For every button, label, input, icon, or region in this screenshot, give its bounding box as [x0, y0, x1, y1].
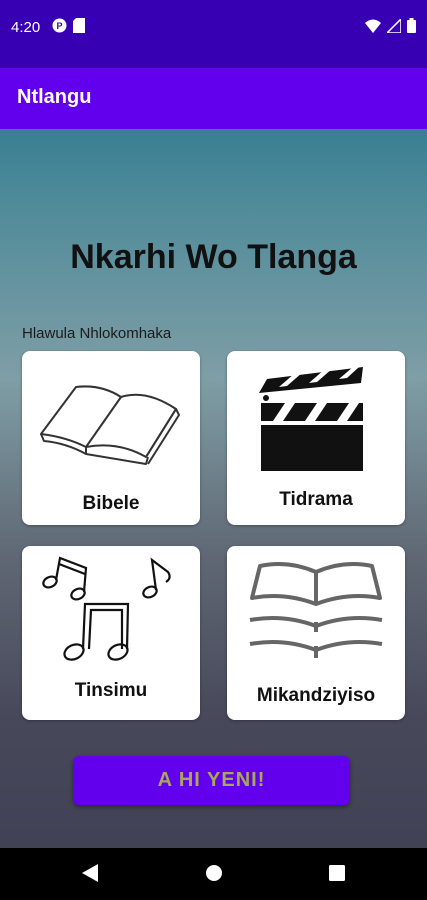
music-notes-icon — [42, 556, 171, 661]
app-bar: Ntlangu — [0, 68, 427, 129]
status-left-icons: P — [52, 18, 85, 33]
status-right-icons — [365, 18, 416, 33]
home-icon[interactable] — [204, 862, 224, 884]
drama-card-label: Tidrama — [279, 489, 353, 510]
bible-card[interactable]: Bibele — [22, 351, 200, 525]
notification-p-icon: P — [52, 18, 67, 33]
navigation-bar — [0, 848, 427, 900]
readings-card-label: Mikandziyiso — [256, 685, 376, 706]
wifi-icon — [365, 19, 381, 33]
open-book-icon — [40, 385, 180, 465]
stacked-books-icon — [249, 562, 383, 658]
status-bar: 4:20 P — [0, 0, 427, 68]
back-icon[interactable] — [80, 862, 100, 884]
clapperboard-icon — [259, 367, 363, 471]
songs-card-label: Tinsimu — [74, 680, 148, 701]
battery-icon — [407, 18, 416, 33]
page-title: Nkarhi Wo Tlanga — [70, 238, 357, 276]
bible-card-label: Bibele — [82, 493, 140, 514]
svg-text:P: P — [56, 21, 62, 31]
status-time: 4:20 — [11, 19, 41, 36]
readings-card[interactable]: Mikandziyiso — [227, 546, 405, 720]
section-label: Hlawula Nhlokomhaka — [22, 325, 172, 342]
signal-icon — [387, 18, 401, 33]
app-title: Ntlangu — [17, 86, 92, 108]
drama-card[interactable]: Tidrama — [227, 351, 405, 525]
start-button[interactable]: A HI YENI! — [73, 756, 350, 805]
recents-icon[interactable] — [327, 862, 347, 884]
sd-card-icon — [73, 18, 85, 33]
songs-card[interactable]: Tinsimu — [22, 546, 200, 720]
